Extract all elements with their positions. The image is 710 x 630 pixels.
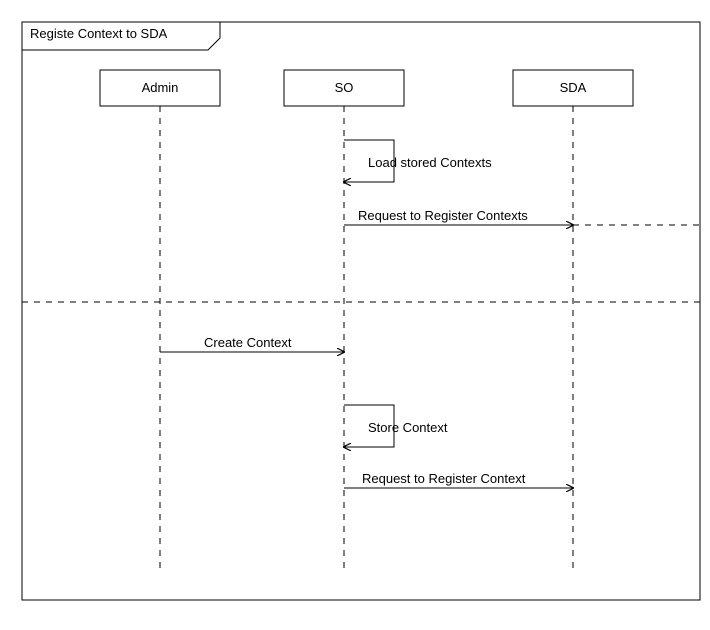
label-create-context: Create Context — [204, 335, 292, 350]
participant-so-label: SO — [335, 80, 354, 95]
diagram-frame — [22, 22, 700, 600]
sequence-diagram: Registe Context to SDA Admin SO SDA Load… — [10, 10, 710, 620]
label-request-register-contexts: Request to Register Contexts — [358, 208, 528, 223]
participant-sda-label: SDA — [560, 80, 587, 95]
label-store-context: Store Context — [368, 420, 448, 435]
participant-admin-label: Admin — [142, 80, 179, 95]
label-load-stored-contexts: Load stored Contexts — [368, 155, 492, 170]
frame-title: Registe Context to SDA — [30, 26, 168, 41]
label-request-register-context: Request to Register Context — [362, 471, 526, 486]
